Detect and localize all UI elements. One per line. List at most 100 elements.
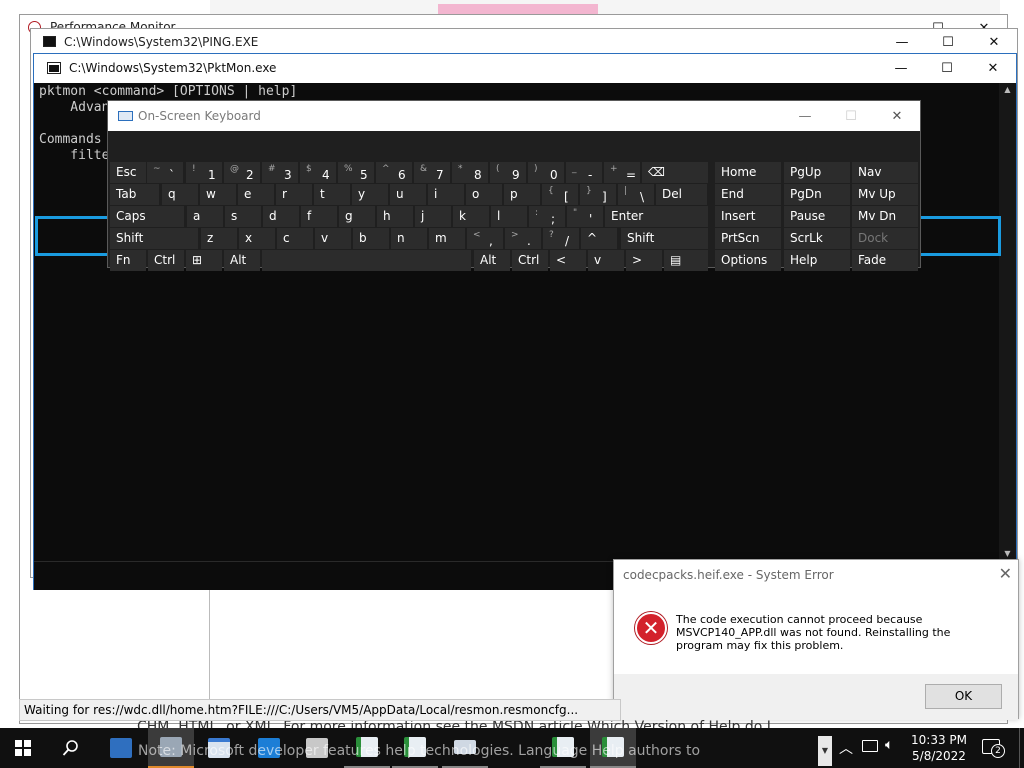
key-space[interactable]: ^ <box>581 228 617 249</box>
key-pgup[interactable]: PgUp <box>784 162 850 183</box>
osk-maximize-button[interactable]: ☐ <box>828 101 874 131</box>
key-del[interactable]: Del <box>656 184 707 205</box>
osk-close-button[interactable]: ✕ <box>874 101 920 131</box>
ping-minimize-button[interactable]: — <box>879 29 925 55</box>
clock-time[interactable]: 10:33 PM <box>906 733 972 747</box>
start-button[interactable] <box>0 728 46 768</box>
key-u[interactable]: u <box>390 184 426 205</box>
key-f[interactable]: f <box>301 206 337 227</box>
key-0[interactable]: ) 0 <box>528 162 564 183</box>
key-t[interactable]: t <box>314 184 350 205</box>
show-desktop-button[interactable] <box>1019 728 1024 768</box>
key-b[interactable]: b <box>353 228 389 249</box>
key-space[interactable]: :; <box>529 206 565 227</box>
key-space[interactable]: <, <box>467 228 503 249</box>
key-w[interactable]: w <box>200 184 236 205</box>
taskbar-app-network[interactable] <box>98 728 144 768</box>
key-insert[interactable]: Insert <box>715 206 781 227</box>
key-space[interactable]: _ - <box>566 162 602 183</box>
key-o[interactable]: o <box>466 184 502 205</box>
key-caps[interactable]: Caps <box>110 206 184 227</box>
key-space[interactable]: ▤ <box>664 250 708 271</box>
key-fade[interactable]: Fade <box>852 250 918 271</box>
console-vertical-scrollbar[interactable]: ▲ ▼ <box>999 83 1016 561</box>
key-alt[interactable]: Alt <box>474 250 510 271</box>
key-m[interactable]: m <box>429 228 465 249</box>
key-space[interactable]: ⊞ <box>186 250 222 271</box>
key-7[interactable]: & 7 <box>414 162 450 183</box>
key-1[interactable]: ! 1 <box>186 162 222 183</box>
key-h[interactable]: h <box>377 206 413 227</box>
key-pgdn[interactable]: PgDn <box>784 184 850 205</box>
osk-minimize-button[interactable]: — <box>782 101 828 131</box>
key-i[interactable]: i <box>428 184 464 205</box>
key-home[interactable]: Home <box>715 162 781 183</box>
key-e[interactable]: e <box>238 184 274 205</box>
on-screen-keyboard-window[interactable]: On-Screen Keyboard — ☐ ✕ Esc ~ `! 1 @2 #3 $4% 5… <box>107 100 921 271</box>
key-space[interactable]: < <box>550 250 586 271</box>
key-space[interactable]: }] <box>580 184 616 205</box>
key-v[interactable]: v <box>315 228 351 249</box>
key-scrlk[interactable]: ScrLk <box>784 228 850 249</box>
key-space[interactable]: > <box>626 250 662 271</box>
pktmon-titlebar[interactable]: C:\Windows\System32\PktMon.exe — ☐ ✕ <box>34 54 1016 83</box>
key-space[interactable]: + = <box>604 162 640 183</box>
key-x[interactable]: x <box>239 228 275 249</box>
key-p[interactable]: p <box>504 184 540 205</box>
notification-center-button[interactable]: 2 <box>982 736 1005 758</box>
key-a[interactable]: a <box>187 206 223 227</box>
scroll-down-arrow-icon[interactable]: ▼ <box>818 736 832 766</box>
pktmon-close-button[interactable]: ✕ <box>970 54 1016 83</box>
key-help[interactable]: Help <box>784 250 850 271</box>
key-space[interactable]: ~ ` <box>147 162 183 183</box>
key-ctrl[interactable]: Ctrl <box>148 250 184 271</box>
key-enter[interactable]: Enter <box>605 206 708 227</box>
taskbar-app-console4[interactable] <box>590 728 636 768</box>
search-button[interactable] <box>48 728 94 768</box>
volume-icon[interactable]: 🔈︎ <box>885 737 893 753</box>
key-d[interactable]: d <box>263 206 299 227</box>
key-j[interactable]: j <box>415 206 451 227</box>
ping-titlebar[interactable]: C:\Windows\System32\PING.EXE — ☐ ✕ <box>31 29 1017 55</box>
key-c[interactable]: c <box>277 228 313 249</box>
ping-maximize-button[interactable]: ☐ <box>925 29 971 55</box>
taskbar-app-keyboard[interactable] <box>442 728 488 768</box>
key-l[interactable]: l <box>491 206 527 227</box>
taskbar-app-files[interactable] <box>294 728 340 768</box>
key-n[interactable]: n <box>391 228 427 249</box>
key-dock[interactable]: Dock <box>852 228 918 249</box>
key-alt[interactable]: Alt <box>224 250 260 271</box>
key-s[interactable]: s <box>225 206 261 227</box>
network-icon[interactable] <box>862 740 878 752</box>
key-pause[interactable]: Pause <box>784 206 850 227</box>
key-end[interactable]: End <box>715 184 781 205</box>
key-space[interactable]: >. <box>505 228 541 249</box>
key-space[interactable] <box>262 250 471 271</box>
key-space[interactable]: | \ <box>618 184 654 205</box>
system-error-dialog[interactable]: codecpacks.heif.exe - System Error ✕ ✕ T… <box>613 559 1019 720</box>
key-mvup[interactable]: Mv Up <box>852 184 918 205</box>
tray-overflow-chevron-icon[interactable]: ︿ <box>839 738 853 758</box>
ping-close-button[interactable]: ✕ <box>971 29 1017 55</box>
key-3[interactable]: #3 <box>262 162 298 183</box>
key-space[interactable]: " ' <box>567 206 603 227</box>
key-r[interactable]: r <box>276 184 312 205</box>
clock-date[interactable]: 5/8/2022 <box>906 749 972 763</box>
pktmon-minimize-button[interactable]: — <box>878 54 924 83</box>
key-2[interactable]: @2 <box>224 162 260 183</box>
scroll-up-arrow-icon[interactable]: ▲ <box>999 83 1016 97</box>
key-fn[interactable]: Fn <box>110 250 146 271</box>
key-v[interactable]: v <box>588 250 624 271</box>
key-y[interactable]: y <box>352 184 388 205</box>
key-esc[interactable]: Esc <box>110 162 146 183</box>
key-k[interactable]: k <box>453 206 489 227</box>
ok-button[interactable]: OK <box>925 684 1002 709</box>
key-ctrl[interactable]: Ctrl <box>512 250 548 271</box>
key-4[interactable]: $4 <box>300 162 336 183</box>
key-space[interactable]: ⌫ <box>642 162 708 183</box>
key-options[interactable]: Options <box>715 250 781 271</box>
key-shift[interactable]: Shift <box>110 228 198 249</box>
taskbar-app-window[interactable] <box>196 728 242 768</box>
osk-titlebar[interactable]: On-Screen Keyboard — ☐ ✕ <box>108 101 920 131</box>
taskbar-app-console2[interactable] <box>392 728 438 768</box>
